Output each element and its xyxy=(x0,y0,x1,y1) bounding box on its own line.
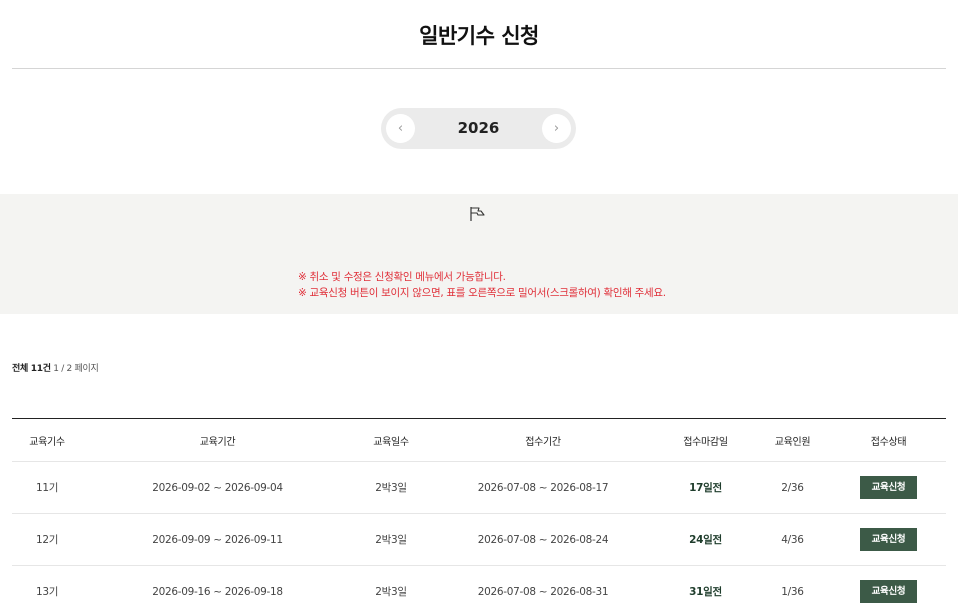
cohort-table: 교육기수 교육기간 교육일수 접수기간 접수마감일 교육인원 접수상태 11기 … xyxy=(12,418,946,603)
year-label: 2026 xyxy=(457,119,500,137)
header-days: 교육일수 xyxy=(373,436,409,448)
period-cell: 2026-09-09 ~ 2026-09-11 xyxy=(152,533,283,546)
page-info: 1 / 2 페이지 xyxy=(53,364,99,374)
apply-button[interactable]: 교육신청 xyxy=(860,476,917,499)
notice-box: ※ 취소 및 수정은 신청확인 메뉴에서 가능합니다. ※ 교육신청 버튼이 보… xyxy=(0,194,958,314)
page-title: 일반기수 신청 xyxy=(419,24,539,48)
header-capacity: 교육인원 xyxy=(774,436,811,448)
capacity-cell: 1/36 xyxy=(781,585,804,598)
status-cell: 교육신청 xyxy=(831,580,946,603)
year-selector: ‹ 2026 › xyxy=(381,108,576,149)
status-cell: 교육신청 xyxy=(831,528,946,551)
result-summary: 전체 11건 1 / 2 페이지 xyxy=(12,361,99,374)
title-divider xyxy=(12,68,946,69)
capacity-cell: 4/36 xyxy=(781,533,804,546)
header-cohort: 교육기수 xyxy=(29,436,65,448)
table-header: 교육기수 교육기간 교육일수 접수기간 접수마감일 교육인원 접수상태 xyxy=(12,419,946,462)
header-deadline: 접수마감일 xyxy=(683,436,728,448)
days-cell: 2박3일 xyxy=(375,586,407,598)
table-row: 13기 2026-09-16 ~ 2026-09-18 2박3일 2026-07… xyxy=(12,566,946,603)
notice-item: ※ 취소 및 수정은 신청확인 메뉴에서 가능합니다. xyxy=(298,271,506,283)
header-status: 접수상태 xyxy=(870,436,907,448)
days-cell: 2박3일 xyxy=(375,534,407,546)
flag-icon xyxy=(470,207,485,221)
notice-item: ※ 교육신청 버튼이 보이지 않으면, 표를 오른쪽으로 밀어서(스크롤하여) … xyxy=(298,287,666,299)
header-period: 교육기간 xyxy=(199,436,236,448)
notice-list: ※ 취소 및 수정은 신청확인 메뉴에서 가능합니다. ※ 교육신청 버튼이 보… xyxy=(298,269,666,301)
total-count: 전체 11건 xyxy=(12,364,51,374)
apply-button[interactable]: 교육신청 xyxy=(860,528,917,551)
table-row: 12기 2026-09-09 ~ 2026-09-11 2박3일 2026-07… xyxy=(12,514,946,566)
capacity-cell: 2/36 xyxy=(781,481,804,494)
cohort-cell: 11기 xyxy=(35,482,59,494)
reception-cell: 2026-07-08 ~ 2026-08-31 xyxy=(477,585,609,598)
apply-button[interactable]: 교육신청 xyxy=(860,580,917,603)
status-cell: 교육신청 xyxy=(831,476,946,499)
deadline-cell: 24일전 xyxy=(689,534,722,546)
table-row: 11기 2026-09-02 ~ 2026-09-04 2박3일 2026-07… xyxy=(12,462,946,514)
period-cell: 2026-09-16 ~ 2026-09-18 xyxy=(152,585,283,598)
reception-cell: 2026-07-08 ~ 2026-08-17 xyxy=(477,481,609,494)
cohort-cell: 12기 xyxy=(35,534,59,546)
days-cell: 2박3일 xyxy=(375,482,407,494)
prev-year-button[interactable]: ‹ xyxy=(386,114,415,143)
deadline-cell: 17일전 xyxy=(689,482,722,494)
next-year-button[interactable]: › xyxy=(542,114,571,143)
period-cell: 2026-09-02 ~ 2026-09-04 xyxy=(152,481,283,494)
deadline-cell: 31일전 xyxy=(689,586,722,598)
header-reception: 접수기간 xyxy=(525,436,561,448)
reception-cell: 2026-07-08 ~ 2026-08-24 xyxy=(477,533,609,546)
cohort-cell: 13기 xyxy=(35,586,59,598)
